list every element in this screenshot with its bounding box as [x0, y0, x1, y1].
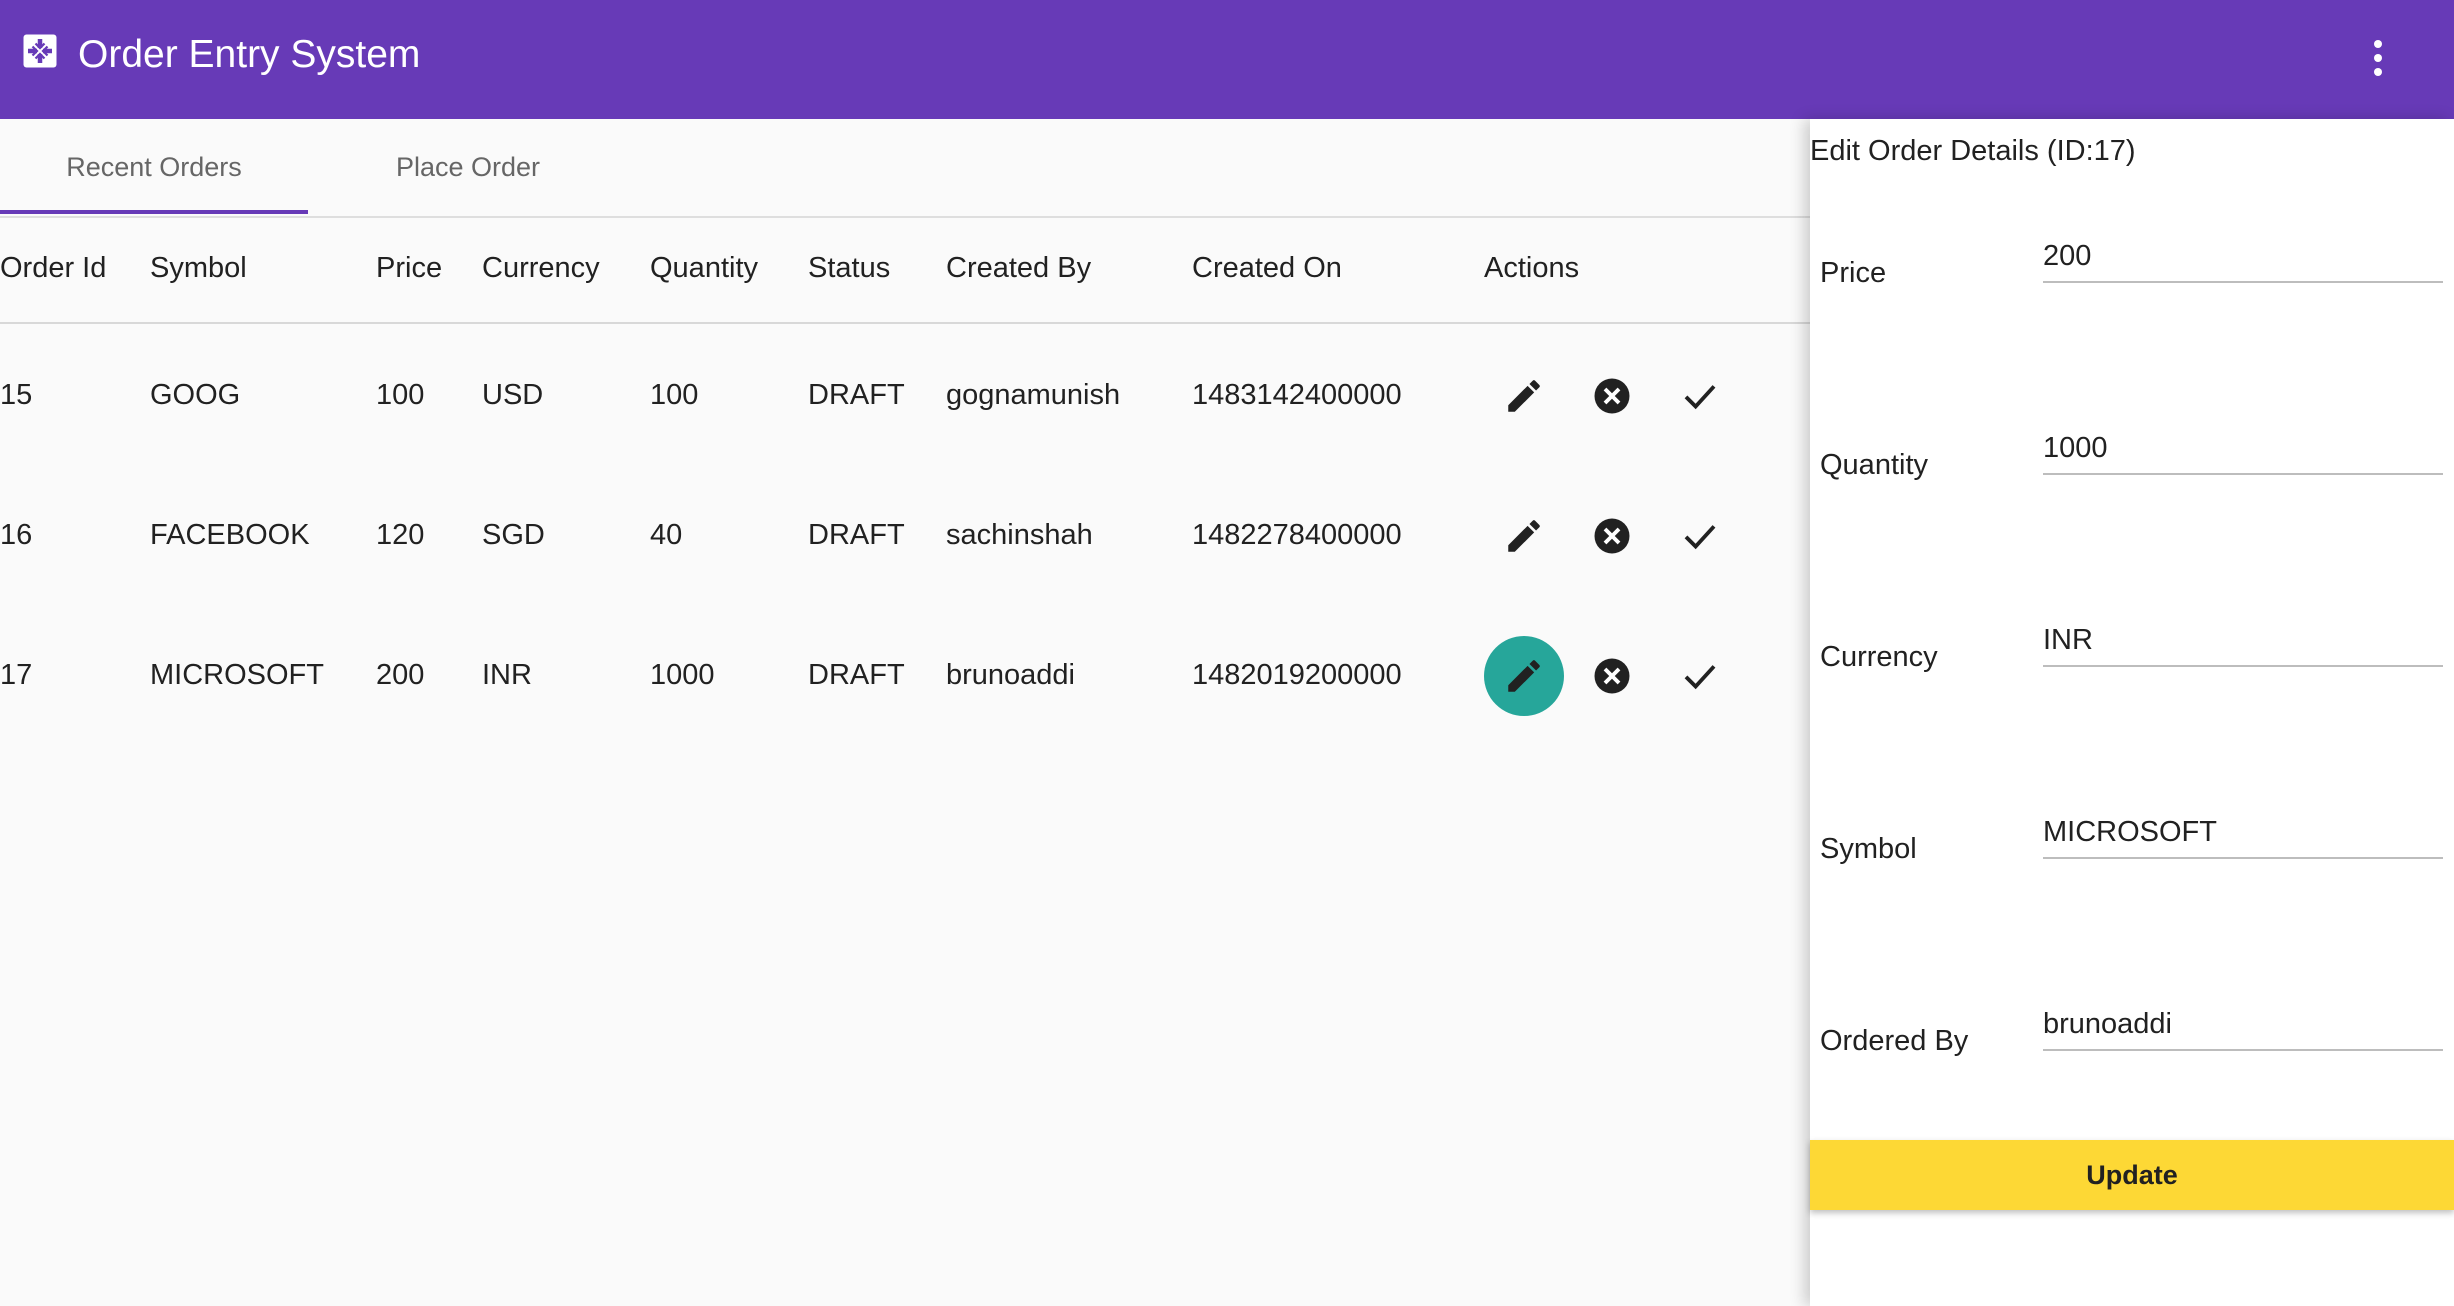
currency-label: Currency [1820, 641, 1938, 673]
header-symbol[interactable]: Symbol [150, 252, 247, 285]
currency-input[interactable] [2043, 615, 2443, 667]
edit-button[interactable] [1484, 356, 1564, 436]
price-label: Price [1820, 257, 1887, 289]
symbol-input[interactable] [2043, 807, 2443, 859]
pencil-icon [1508, 660, 1540, 692]
cell-symbol: FACEBOOK [150, 519, 310, 551]
header-currency[interactable]: Currency [482, 252, 600, 285]
cell-created-by: sachinshah [946, 519, 1093, 551]
cell-order-id: 15 [0, 379, 33, 411]
cell-currency: SGD [482, 519, 545, 551]
cancel-order-button[interactable] [1572, 496, 1652, 576]
edit-order-panel: Edit Order Details (ID:17) Price Quantit… [1810, 119, 2454, 1306]
cancel-circle-icon [1594, 378, 1630, 414]
check-icon [1684, 525, 1716, 550]
ordered-by-label: Ordered By [1820, 1025, 1969, 1057]
cancel-order-button[interactable] [1572, 636, 1652, 716]
check-icon [1684, 385, 1716, 410]
edit-button[interactable] [1484, 636, 1564, 716]
table-row[interactable]: 16 FACEBOOK 120 SGD 40 DRAFT sachinshah … [0, 463, 1810, 603]
edit-button[interactable] [1484, 496, 1564, 576]
cancel-circle-icon [1594, 518, 1630, 554]
cell-quantity: 1000 [650, 659, 715, 691]
cell-currency: INR [482, 659, 532, 691]
cell-created-on: 1482278400000 [1192, 519, 1402, 551]
table-row[interactable]: 15 GOOG 100 USD 100 DRAFT gognamunish 14… [0, 323, 1810, 463]
confirm-order-button[interactable] [1660, 496, 1740, 576]
tab-recent-orders[interactable]: Recent Orders [0, 119, 308, 216]
cell-price: 100 [376, 379, 425, 411]
ordered-by-input[interactable] [2043, 999, 2443, 1051]
quantity-input[interactable] [2043, 423, 2443, 475]
confirm-order-button[interactable] [1660, 356, 1740, 436]
header-quantity[interactable]: Quantity [650, 252, 758, 285]
app-toolbar: Order Entry System [0, 0, 2454, 119]
header-created-on[interactable]: Created On [1192, 252, 1342, 285]
pencil-icon [1508, 520, 1540, 552]
header-created-by[interactable]: Created By [946, 252, 1091, 285]
cell-status: DRAFT [808, 519, 905, 551]
more-vert-icon[interactable] [2362, 36, 2394, 80]
app-title: Order Entry System [78, 33, 421, 76]
cell-created-by: gognamunish [946, 379, 1121, 411]
cell-symbol: GOOG [150, 379, 241, 411]
cell-created-by: brunoaddi [946, 659, 1075, 691]
confirm-order-button[interactable] [1660, 636, 1740, 716]
cell-status: DRAFT [808, 659, 905, 691]
active-tab-indicator [0, 210, 308, 214]
cell-price: 200 [376, 659, 425, 691]
app-box-icon [23, 34, 57, 68]
table-row[interactable]: 17 MICROSOFT 200 INR 1000 DRAFT brunoadd… [0, 603, 1810, 743]
cell-created-on: 1482019200000 [1192, 659, 1402, 691]
quantity-label: Quantity [1820, 449, 1928, 481]
cell-order-id: 16 [0, 519, 33, 551]
cell-status: DRAFT [808, 379, 905, 411]
cell-created-on: 1483142400000 [1192, 379, 1402, 411]
cell-price: 120 [376, 519, 425, 551]
header-order-id[interactable]: Order Id [0, 252, 106, 285]
cell-currency: USD [482, 379, 544, 411]
header-status[interactable]: Status [808, 252, 890, 285]
check-icon [1684, 665, 1716, 690]
update-button[interactable]: Update [1810, 1140, 2454, 1210]
symbol-label: Symbol [1820, 833, 1917, 865]
cancel-order-button[interactable] [1572, 356, 1652, 436]
panel-title: Edit Order Details (ID:17) [1810, 135, 2136, 167]
cell-quantity: 40 [650, 519, 683, 551]
header-actions: Actions [1484, 252, 1580, 284]
header-price[interactable]: Price [376, 252, 442, 285]
tab-place-order[interactable]: Place Order [308, 119, 628, 216]
tab-bar: Recent Orders Place Order [0, 119, 1810, 218]
price-input[interactable] [2043, 231, 2443, 283]
cell-quantity: 100 [650, 379, 699, 411]
cell-symbol: MICROSOFT [150, 659, 324, 691]
cancel-circle-icon [1594, 658, 1630, 694]
table-header: Order Id Symbol Price Currency Quantity … [0, 218, 1810, 324]
cell-order-id: 17 [0, 659, 33, 691]
pencil-icon [1508, 380, 1540, 412]
